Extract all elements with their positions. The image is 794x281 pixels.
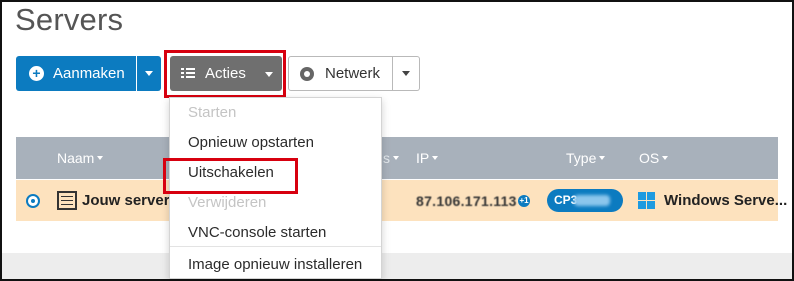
page-title: Servers bbox=[15, 2, 124, 37]
sort-caret-icon bbox=[599, 156, 606, 160]
column-header-ip[interactable]: IP bbox=[416, 150, 439, 166]
server-ip: 87.106.171.113 bbox=[416, 193, 517, 209]
actions-highlight-box bbox=[164, 50, 286, 98]
shutdown-highlight-box bbox=[163, 158, 298, 194]
menu-item-delete: Verwijderen bbox=[188, 194, 267, 211]
network-dropdown-toggle[interactable] bbox=[393, 56, 420, 91]
create-button-label: Aanmaken bbox=[53, 65, 125, 82]
server-type-badge: CP3 bbox=[547, 189, 623, 212]
server-name[interactable]: Jouw server bbox=[82, 192, 170, 209]
column-header-os[interactable]: OS bbox=[639, 150, 669, 166]
plus-circle-icon: + bbox=[29, 66, 44, 81]
network-button[interactable]: Netwerk bbox=[288, 56, 393, 91]
windows-icon bbox=[638, 192, 655, 209]
server-icon bbox=[57, 191, 77, 210]
table-footer bbox=[2, 253, 792, 279]
redacted-region bbox=[574, 195, 610, 206]
create-dropdown-toggle[interactable] bbox=[137, 56, 161, 91]
server-os: Windows Serve... bbox=[664, 192, 788, 209]
menu-item-reinstall-image[interactable]: Image opnieuw installeren bbox=[188, 256, 362, 273]
network-icon bbox=[300, 66, 314, 81]
row-select-radio[interactable] bbox=[26, 194, 40, 208]
menu-item-vnc-console[interactable]: VNC-console starten bbox=[188, 224, 326, 241]
column-header-partial[interactable]: s bbox=[383, 150, 399, 166]
extra-ip-badge[interactable]: +1 bbox=[518, 195, 530, 207]
sort-caret-icon bbox=[432, 156, 439, 160]
chevron-down-icon bbox=[145, 71, 153, 76]
menu-divider bbox=[170, 246, 381, 247]
sort-caret-icon bbox=[662, 156, 669, 160]
sort-caret-icon bbox=[97, 156, 104, 160]
column-header-name[interactable]: Naam bbox=[57, 150, 104, 166]
network-button-label: Netwerk bbox=[325, 65, 381, 82]
sort-caret-icon bbox=[393, 156, 399, 160]
column-header-type[interactable]: Type bbox=[566, 150, 606, 166]
chevron-down-icon bbox=[402, 71, 410, 76]
menu-item-start: Starten bbox=[188, 104, 237, 121]
create-button[interactable]: + Aanmaken bbox=[16, 56, 136, 91]
menu-item-restart[interactable]: Opnieuw opstarten bbox=[188, 134, 314, 151]
